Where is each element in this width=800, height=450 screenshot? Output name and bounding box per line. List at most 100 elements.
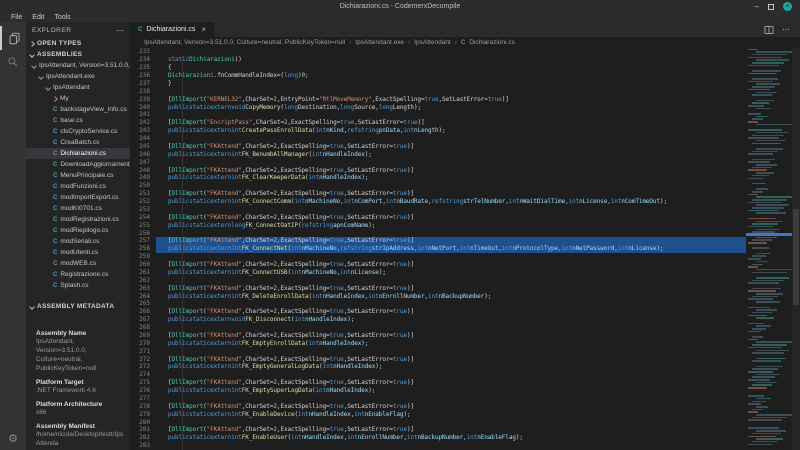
sidebar-item-clscryptoservice-cs[interactable]: CclsCryptoService.cs	[26, 126, 130, 137]
menu-item-edit[interactable]: Edit	[27, 14, 49, 21]
sidebar-item-backstageview-info-cs[interactable]: CbackstageView_Info.cs	[26, 104, 130, 115]
sidebar-item-ipsattendant-exe[interactable]: IpsAttendant.exe	[26, 71, 130, 82]
sidebar-item-registrazione-cs[interactable]: C Registrazione.cs	[26, 269, 130, 280]
sidebar-item-ipsattendant-version-3-51-0-0-cul[interactable]: IpsAttendant, Version=3.51.0.0, Cul...	[26, 60, 130, 71]
code-line-252[interactable]: 252 public static extern int FK_ConnectC…	[130, 198, 800, 206]
tab-close-icon[interactable]: ×	[201, 25, 206, 34]
code-line-244[interactable]: 244	[130, 135, 800, 143]
code-line-270[interactable]: 270 public static extern int FK_EmptyEnr…	[130, 339, 800, 347]
code-line-271[interactable]: 271	[130, 347, 800, 355]
code-line-283[interactable]: 283	[130, 442, 800, 450]
metadata-label-assembly-name: Assembly Name	[36, 330, 87, 337]
sidebar-item-modfunzioni-cs[interactable]: CmodFunzioni.cs	[26, 181, 130, 192]
code-line-253[interactable]: 253	[130, 206, 800, 214]
minimap[interactable]	[746, 48, 792, 450]
code-text: public static extern long FK_ConnectOatI…	[168, 221, 376, 229]
explorer-more-icon[interactable]: ⋯	[116, 26, 124, 35]
code-line-264[interactable]: 264 public static extern int FK_DeleteEn…	[130, 292, 800, 300]
code-line-279[interactable]: 279 public static extern int FK_EnableDe…	[130, 410, 800, 418]
code-line-260[interactable]: 260 [DllImport("FKAttend", CharSet = 2, Ex…	[130, 261, 800, 269]
code-line-251[interactable]: 251 [DllImport("FKAttend", CharSet = 2, Ex…	[130, 190, 800, 198]
sidebar-item-modweb-cs[interactable]: CmodWEB.cs	[26, 258, 130, 269]
code-line-250[interactable]: 250	[130, 182, 800, 190]
code-line-277[interactable]: 277	[130, 395, 800, 403]
breadcrumb-item[interactable]: Dichiarazioni.cs	[469, 39, 515, 46]
code-line-266[interactable]: 266 [DllImport("FKAttend", CharSet = 2, Ex…	[130, 308, 800, 316]
section-assemblies[interactable]: ASSEMBLIES	[26, 49, 130, 60]
tab-dichiarazioni[interactable]: C Dichiarazioni.cs ×	[130, 22, 215, 37]
code-line-254[interactable]: 254 [DllImport("FKAttend", CharSet = 2, Ex…	[130, 213, 800, 221]
code-line-259[interactable]: 259	[130, 253, 800, 261]
section-assembly-metadata[interactable]: ASSEMBLY METADATA	[26, 301, 130, 312]
search-icon[interactable]	[0, 50, 26, 74]
sidebar-item-modseriali-cs[interactable]: CmodSeriali.cs	[26, 236, 130, 247]
code-line-243[interactable]: 243 public static extern int CreatePassE…	[130, 127, 800, 135]
sidebar-item-modimportexport-cs[interactable]: CmodImportExport.cs	[26, 192, 130, 203]
code-line-249[interactable]: 249 public static extern int FK_ClearKee…	[130, 174, 800, 182]
code-line-238[interactable]: 238	[130, 87, 800, 95]
code-line-272[interactable]: 272 [DllImport("FKAttend", CharSet = 2, Ex…	[130, 355, 800, 363]
sidebar-item-label: modKt0701.cs	[60, 205, 102, 212]
menu-item-file[interactable]: File	[6, 14, 27, 21]
code-line-237[interactable]: 237 }	[130, 80, 800, 88]
scrollbar-thumb[interactable]	[793, 208, 799, 306]
code-line-267[interactable]: 267 public static extern void FK_Disconn…	[130, 316, 800, 324]
sidebar-item-splash-cs[interactable]: C Splash.cs	[26, 280, 130, 291]
code-line-282[interactable]: 282 public static extern int FK_EnableUs…	[130, 434, 800, 442]
editor-scrollbar[interactable]	[792, 48, 800, 450]
sidebar-item-modutenti-cs[interactable]: CmodUtenti.cs	[26, 247, 130, 258]
code-line-235[interactable]: 235 {	[130, 64, 800, 72]
code-line-239[interactable]: 239 [DllImport("KERNEL32", CharSet = 2, En…	[130, 95, 800, 103]
code-line-245[interactable]: 245 [DllImport("FKAttend", CharSet = 2, Ex…	[130, 143, 800, 151]
split-editor-icon[interactable]	[764, 25, 774, 35]
sidebar-item-menuprincipale-cs[interactable]: C MenuPrincipale.cs	[26, 170, 130, 181]
sidebar-item-modriepilogo-cs[interactable]: CmodRiepilogo.cs	[26, 225, 130, 236]
sidebar-item-base-cs[interactable]: Cbase.cs	[26, 115, 130, 126]
explorer-files-icon[interactable]	[0, 26, 26, 50]
breadcrumb-item[interactable]: IpsAttendant.exe	[355, 39, 404, 46]
code-line-242[interactable]: 242 [DllImport("EncriptPass", CharSet = 2,…	[130, 119, 800, 127]
code-line-273[interactable]: 273 public static extern int FK_EmptyGen…	[130, 363, 800, 371]
sidebar-item-my[interactable]: My	[26, 93, 130, 104]
code-line-241[interactable]: 241	[130, 111, 800, 119]
code-line-246[interactable]: 246 public static extern int FK_BenumbAl…	[130, 150, 800, 158]
sidebar-item-creabatch-cs[interactable]: C CreaBatch.cs	[26, 137, 130, 148]
minimize-button[interactable]: –	[755, 2, 759, 11]
code-line-236[interactable]: 236 Dichiarazioni. fnCommHandleIndex = (l…	[130, 72, 800, 80]
close-button[interactable]: ×	[783, 2, 792, 11]
code-line-274[interactable]: 274	[130, 371, 800, 379]
code-line-233[interactable]: 233	[130, 48, 800, 56]
code-line-258[interactable]: 258 public static extern int FK_ConnectN…	[130, 244, 800, 253]
sidebar-item-modregistrazioni-cs[interactable]: CmodRegistrazioni.cs	[26, 214, 130, 225]
breadcrumb-item[interactable]: IpsAttendant, Version=3.51.0.0, Culture=…	[144, 39, 345, 46]
code-line-265[interactable]: 265	[130, 300, 800, 308]
code-line-256[interactable]: 256	[130, 229, 800, 237]
code-line-257[interactable]: 257 [DllImport("FKAttend", CharSet = 2, Ex…	[130, 237, 800, 245]
sidebar-item-downloadaggiornamento-cs[interactable]: CDownloadAggiornamento.cs	[26, 159, 130, 170]
code-line-255[interactable]: 255 public static extern long FK_Connect…	[130, 221, 800, 229]
code-line-276[interactable]: 276 public static extern int FK_EmptySup…	[130, 387, 800, 395]
line-number: 240	[139, 103, 150, 111]
editor-more-icon[interactable]: ⋯	[782, 25, 790, 34]
code-line-263[interactable]: 263 [DllImport("FKAttend", CharSet = 2, Ex…	[130, 284, 800, 292]
code-line-262[interactable]: 262	[130, 276, 800, 284]
code-line-240[interactable]: 240 public static extern void CopyMemory…	[130, 103, 800, 111]
code-line-269[interactable]: 269 [DllImport("FKAttend", CharSet = 2, Ex…	[130, 332, 800, 340]
code-line-275[interactable]: 275 [DllImport("FKAttend", CharSet = 2, Ex…	[130, 379, 800, 387]
section-open-types[interactable]: OPEN TYPES	[26, 38, 130, 49]
menu-item-tools[interactable]: Tools	[49, 14, 75, 21]
code-line-280[interactable]: 280	[130, 418, 800, 426]
code-line-268[interactable]: 268	[130, 324, 800, 332]
maximize-button[interactable]	[768, 3, 774, 10]
code-line-261[interactable]: 261 public static extern int FK_ConnectU…	[130, 269, 800, 277]
sidebar-item-dichiarazioni-cs[interactable]: C Dichiarazioni.cs	[26, 148, 130, 159]
code-line-247[interactable]: 247	[130, 158, 800, 166]
code-line-234[interactable]: 234 static Dichiarazioni()	[130, 56, 800, 64]
code-line-281[interactable]: 281 [DllImport("FKAttend", CharSet = 2, Ex…	[130, 426, 800, 434]
sidebar-item-ipsattendant[interactable]: IpsAttendant	[26, 82, 130, 93]
code-line-248[interactable]: 248 [DllImport("FKAttend", CharSet = 2, Ex…	[130, 166, 800, 174]
breadcrumb-item[interactable]: IpsAttendant	[414, 39, 451, 46]
code-line-278[interactable]: 278 [DllImport("FKAttend", CharSet = 2, Ex…	[130, 402, 800, 410]
settings-gear-icon[interactable]: ⚙	[0, 426, 26, 450]
sidebar-item-modkt0701-cs[interactable]: CmodKt0701.cs	[26, 203, 130, 214]
